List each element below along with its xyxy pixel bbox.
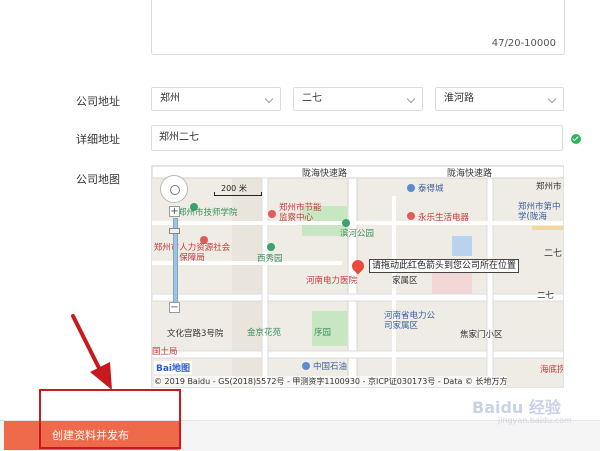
poi-label: 中国石油 (313, 362, 348, 372)
road-label: 陇海快速路 (302, 169, 348, 179)
poi-label: 河南电力医院 (306, 276, 358, 286)
province-value: 郑州 (160, 93, 180, 104)
pan-control[interactable] (160, 175, 188, 203)
poi-icon (407, 184, 415, 192)
annotation-box (39, 389, 181, 449)
map-canvas (152, 166, 563, 387)
char-counter: 47/20-10000 (491, 38, 556, 49)
chevron-down-icon (547, 94, 557, 104)
scale-bar (214, 192, 262, 196)
district-value: 二七 (302, 93, 322, 104)
zoom-in-button[interactable]: + (169, 206, 180, 217)
poi-label: 金京花苑 (247, 328, 282, 338)
road-label: 陇海快速路 (447, 169, 493, 179)
detail-address-value: 郑州二七 (159, 132, 199, 143)
street-select[interactable]: 淮河路 (435, 87, 564, 111)
poi-label: 焦家门小区 (460, 330, 503, 340)
zoom-control: + − (169, 206, 181, 316)
poi-label: 滨河公园 (340, 229, 375, 239)
company-map[interactable]: 陇海快速路 陇海快速路 二七 郑州市技师学院 郑州市节能监察中心 滨河公园 泰得… (151, 165, 564, 388)
district-select[interactable]: 二七 (293, 87, 423, 111)
detail-address-input[interactable]: 郑州二七 (151, 125, 563, 151)
zoom-slider-handle[interactable] (169, 228, 180, 234)
baidu-map-logo: Bai地图 (154, 361, 193, 374)
poi-label: 河南省电力公司家属区 (384, 311, 436, 331)
poi-label: 郑州市节能监察中心 (279, 203, 322, 223)
poi-label: 海底捞 (540, 365, 564, 375)
poi-label: 郑州市人力资源社会保障局 (153, 243, 231, 263)
valid-check-icon (571, 134, 581, 144)
map-label: 公司地图 (76, 173, 120, 186)
detail-label: 详细地址 (76, 133, 120, 146)
poi-label: 文化宫路3号院 (167, 329, 224, 339)
poi-icon (342, 219, 350, 227)
marker-tooltip: 请拖动此红色箭头到您公司所在位置 (369, 259, 520, 273)
poi-label: 国土局 (152, 347, 178, 357)
street-value: 淮河路 (444, 93, 474, 104)
watermark-url: jingyan.baidu.com (498, 416, 572, 425)
address-label: 公司地址 (76, 95, 120, 108)
poi-icon (268, 210, 276, 218)
poi-label: 序园 (314, 328, 332, 338)
chevron-down-icon (406, 94, 416, 104)
zoom-out-button[interactable]: − (169, 302, 180, 313)
poi-icon (407, 212, 415, 220)
description-textarea[interactable]: 47/20-10000 (151, 0, 565, 55)
poi-label: 郑州市技师学院 (178, 208, 238, 218)
chevron-down-icon (264, 94, 274, 104)
poi-label: 二七 (537, 291, 555, 301)
road-label: 二七 (544, 249, 563, 259)
poi-label: 郑州市第中学(陇海 (518, 202, 561, 222)
poi-label: 家属区 (392, 276, 418, 286)
poi-label: 郑州市 (536, 182, 562, 192)
poi-label: 永乐生活电器 (418, 213, 470, 223)
poi-icon (267, 243, 275, 251)
poi-label: 西秀园 (257, 254, 283, 264)
poi-label: 泰得城 (418, 184, 444, 194)
province-select[interactable]: 郑州 (151, 87, 281, 111)
map-copyright: © 2019 Baidu - GS(2018)5572号 - 甲测资字11009… (154, 376, 508, 387)
poi-icon (302, 362, 310, 370)
baidu-jingyan-watermark: Baidu 经验 (472, 398, 561, 417)
